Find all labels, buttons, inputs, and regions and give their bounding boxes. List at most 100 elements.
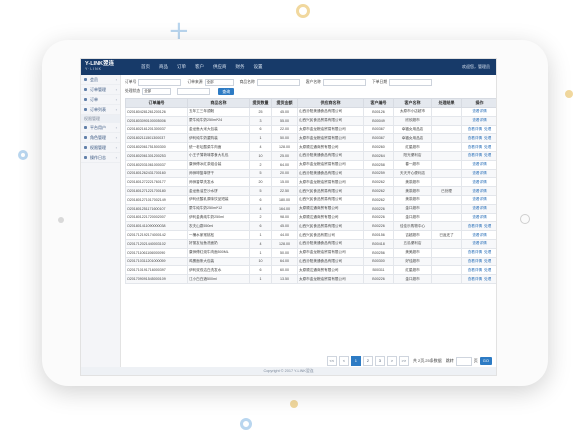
nav-item[interactable]: 首页: [141, 64, 150, 70]
goto-page-input[interactable]: [455, 356, 472, 366]
table-cell: 江小白白酒500ml: [187, 274, 250, 284]
view-detail-link[interactable]: 查看详情: [468, 277, 482, 281]
table-cell: O201801262431700160: [125, 168, 188, 179]
nav-item[interactable]: 订单: [177, 64, 186, 70]
nav-item[interactable]: 供应商: [213, 64, 227, 70]
table-cell: [431, 212, 462, 223]
table-cell: [431, 203, 462, 214]
order-no-input[interactable]: [138, 79, 182, 86]
view-detail-link[interactable]: 查看详情: [472, 180, 486, 184]
table-cell: 查看详情: [461, 230, 496, 240]
page-number-button[interactable]: 1: [350, 356, 361, 366]
table-cell: 统一老坛酸菜牛肉面: [187, 142, 250, 152]
table-cell: 金龙鱼油豆沙水饼: [187, 186, 250, 196]
sidebar-item[interactable]: 平台用户 ›: [81, 123, 120, 133]
view-detail-link[interactable]: 查看详情: [472, 206, 486, 210]
view-detail-link[interactable]: 查看详情: [472, 215, 486, 219]
table-cell: [431, 265, 462, 276]
view-detail-link[interactable]: 查看详情: [472, 241, 486, 245]
table-cell: 164.00: [271, 203, 298, 214]
view-detail-link[interactable]: 查看详情: [468, 224, 482, 228]
table-row: O201710311201000059 鸡蛋面条大包装 10 64.00 山西汾阳美通食…: [125, 256, 496, 267]
next-page-button[interactable]: >: [386, 356, 397, 366]
nav-item[interactable]: 财务: [236, 64, 245, 70]
view-detail-link[interactable]: 查看详情: [468, 268, 482, 272]
sidebar-item[interactable]: 订单 ›: [81, 95, 120, 105]
table-cell: O201803090100005006: [125, 115, 188, 126]
process-link[interactable]: 处理: [484, 145, 491, 149]
sidebar-item[interactable]: 角色管理 ›: [81, 133, 120, 143]
view-detail-link[interactable]: 查看详情: [472, 171, 486, 175]
table-cell: [431, 194, 462, 205]
view-detail-link[interactable]: 查看详情: [468, 136, 482, 140]
view-detail-link[interactable]: 查看详情: [468, 259, 482, 263]
view-detail-link[interactable]: 查看详情: [472, 197, 486, 201]
table-cell: 好佳超市: [393, 256, 432, 267]
nav-item[interactable]: 客户: [195, 64, 204, 70]
view-detail-link[interactable]: 查看详情: [468, 153, 482, 157]
column-header: 操作: [461, 98, 496, 108]
prev-page-button[interactable]: <: [338, 356, 349, 366]
process-link[interactable]: 处理: [484, 268, 491, 272]
user-greeting[interactable]: 欢迎您，管理员: [462, 64, 490, 70]
table-cell: 查看详情: [461, 107, 496, 117]
main-content: 订单号 订单来源 全部 商品名称 客户名称 下单日期 处理状态 全部 查询 订单…: [121, 75, 496, 375]
table-cell: 128.00: [271, 238, 298, 249]
lock-icon: [84, 146, 87, 149]
status-select[interactable]: 全部: [142, 88, 172, 95]
page-number-button[interactable]: 3: [374, 356, 385, 366]
process-link[interactable]: 处理: [484, 259, 491, 263]
process-link[interactable]: 处理: [484, 224, 491, 228]
chevron-right-icon: ›: [115, 107, 117, 112]
go-button[interactable]: GO: [479, 357, 492, 365]
table-cell: 太原市金龙粮油贸易有限公司: [297, 247, 364, 258]
process-link[interactable]: 处理: [484, 277, 491, 281]
table-cell: 查看详情 处理: [461, 256, 496, 267]
query-button[interactable]: 查询: [218, 88, 235, 95]
table-cell: 师师香草洗发水: [187, 177, 250, 188]
sidebar-item[interactable]: 订单管理 ›: [81, 85, 120, 95]
table-cell: B00262: [363, 177, 394, 188]
table-cell: B00226: [363, 212, 394, 223]
view-detail-link[interactable]: 查看详情: [468, 250, 482, 254]
view-detail-link[interactable]: 查看详情: [468, 145, 482, 149]
nav-item[interactable]: 设置: [254, 64, 263, 70]
view-detail-link[interactable]: 查看详情: [472, 162, 486, 166]
table-cell: O201802061751500300: [125, 142, 188, 152]
table-cell: B00226: [363, 274, 394, 284]
date-end-input[interactable]: [177, 88, 211, 95]
table-cell: 查看详情: [461, 194, 496, 205]
nav-item[interactable]: 商品: [159, 64, 168, 70]
view-detail-link[interactable]: 查看详情: [472, 109, 486, 113]
role-icon: [84, 136, 87, 139]
source-label: 订单来源: [187, 80, 203, 84]
sidebar-item[interactable]: 权限管理 ›: [81, 143, 120, 153]
process-link[interactable]: 处理: [484, 250, 491, 254]
sidebar-item[interactable]: 操作日志 ›: [81, 153, 120, 163]
view-detail-link[interactable]: 查看详情: [468, 127, 482, 131]
goods-input[interactable]: [256, 79, 300, 86]
view-detail-link[interactable]: 查看详情: [472, 233, 486, 237]
date-input[interactable]: [389, 79, 433, 86]
view-detail-link[interactable]: 查看详情: [472, 118, 486, 122]
customer-input[interactable]: [322, 79, 366, 86]
table-cell: 美茶超市: [393, 177, 432, 188]
process-link[interactable]: 处理: [484, 127, 491, 131]
table-cell: 红星超市: [393, 142, 432, 152]
page-number-button[interactable]: 2: [362, 356, 373, 366]
table-cell: 60.00: [271, 265, 298, 276]
app-screen: Y-LINK翌连 Y · L I N K 首页 商品 订单 客户 供应商 财务 设置 欢迎您…: [80, 58, 497, 376]
process-link[interactable]: 处理: [484, 153, 491, 157]
sidebar-item[interactable]: 订单列表 ›: [81, 105, 120, 115]
order-no-label: 订单号: [125, 80, 137, 84]
first-page-button[interactable]: <<: [326, 356, 337, 366]
table-cell: 小王子薄荷味零食大礼包: [187, 150, 250, 161]
process-link[interactable]: 处理: [484, 136, 491, 140]
sidebar-item[interactable]: 会员 ›: [81, 75, 120, 85]
table-cell: B00367: [363, 133, 394, 144]
table-cell: 5: [249, 168, 272, 179]
table-cell: 3: [249, 115, 272, 126]
view-detail-link[interactable]: 查看详情: [472, 189, 486, 193]
last-page-button[interactable]: >>: [398, 356, 409, 366]
source-select[interactable]: 全部: [204, 79, 234, 86]
